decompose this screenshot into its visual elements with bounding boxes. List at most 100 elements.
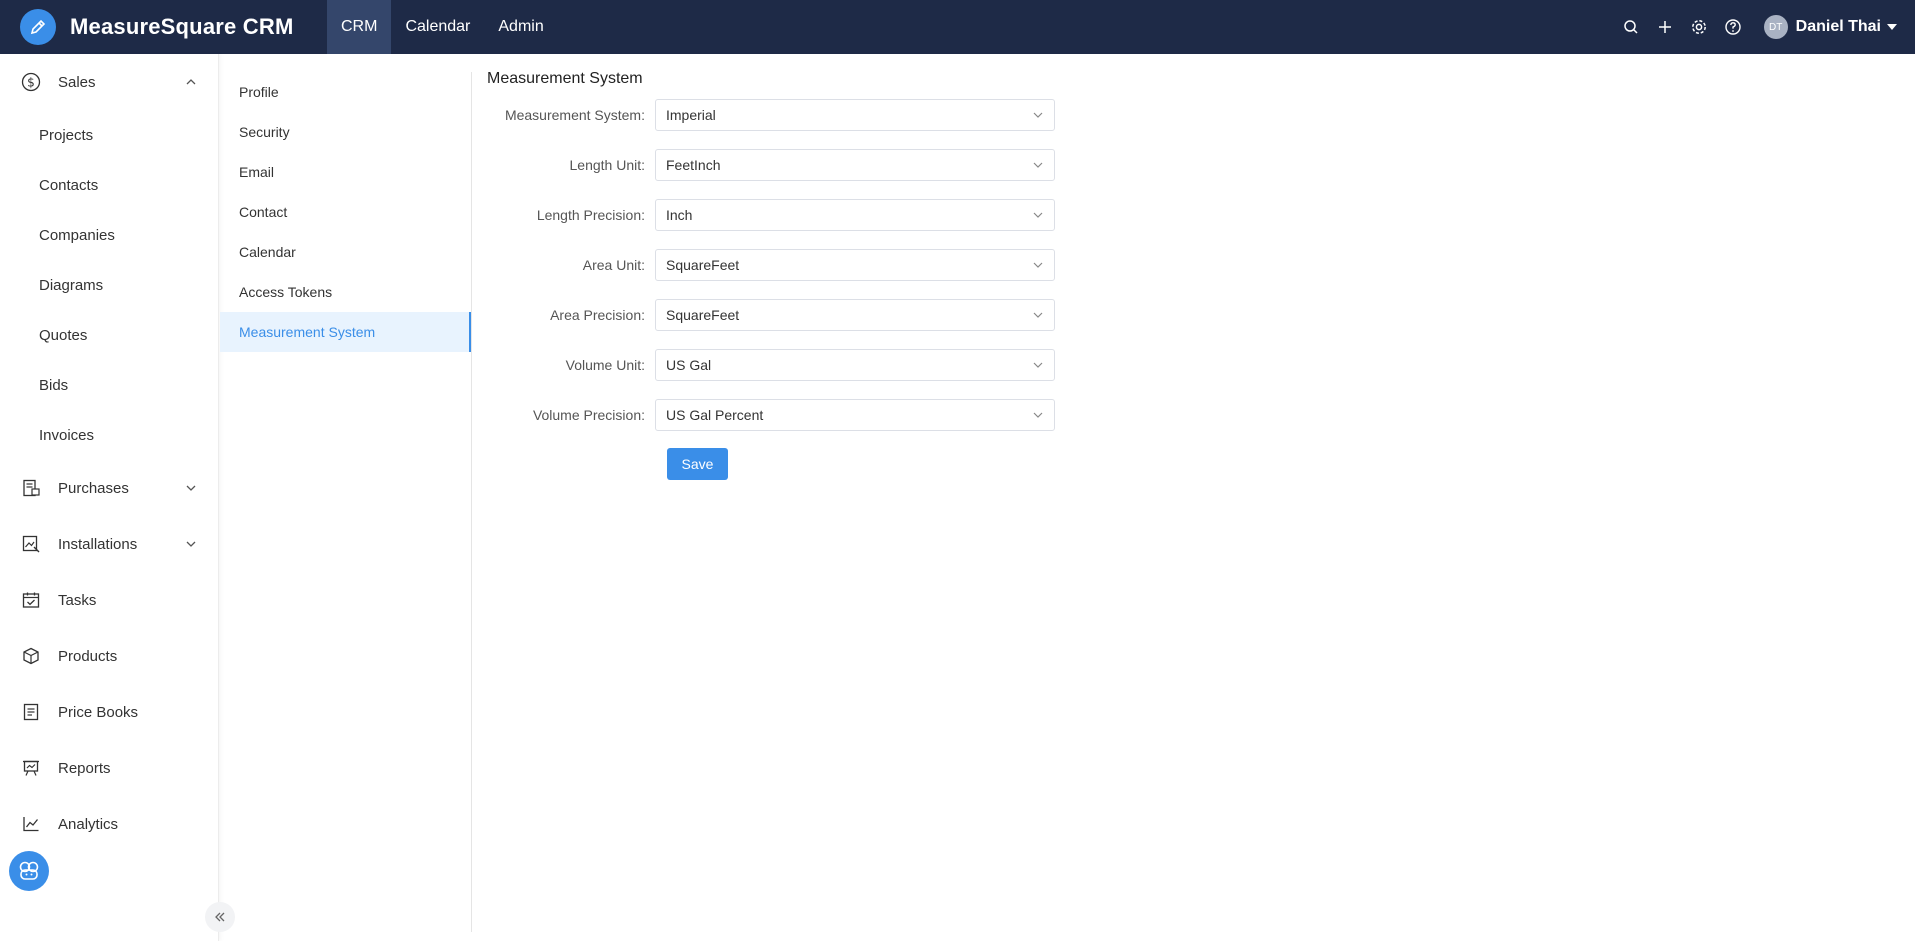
sidebar-label: Sales xyxy=(58,73,96,91)
chevron-down-icon xyxy=(1033,312,1043,318)
sidebar-item-bids[interactable]: Bids xyxy=(0,360,218,410)
settings-item-access-tokens[interactable]: Access Tokens xyxy=(220,272,471,312)
volume-unit-select[interactable]: US Gal xyxy=(655,349,1055,381)
form-actions: Save xyxy=(487,448,1055,480)
calendar-check-icon xyxy=(20,589,42,611)
select-value: SquareFeet xyxy=(666,307,740,323)
field-label: Area Unit: xyxy=(582,257,645,273)
field-label: Measurement System: xyxy=(504,107,645,123)
select-value: Inch xyxy=(666,207,693,223)
sidebar-item-reports[interactable]: Reports xyxy=(0,740,218,796)
presentation-board-icon xyxy=(20,757,42,779)
sidebar-label: Purchases xyxy=(58,479,129,497)
sidebar-label: Products xyxy=(58,647,118,665)
sidebar: $ Sales Projects Contacts Companies Diag… xyxy=(0,54,235,941)
box-icon xyxy=(20,645,42,667)
length-unit-select[interactable]: FeetInch xyxy=(655,149,1055,181)
chevron-down-icon xyxy=(1033,362,1043,368)
field-label: Volume Unit: xyxy=(565,357,645,373)
field-label: Area Precision: xyxy=(550,307,645,323)
measurement-system-panel: Measurement System Measurement System: I… xyxy=(487,70,1055,480)
brand[interactable]: MeasureSquare CRM xyxy=(0,0,327,54)
volume-precision-select[interactable]: US Gal Percent xyxy=(655,399,1055,431)
sidebar-group-sales[interactable]: $ Sales xyxy=(0,54,218,110)
app-name: MeasureSquare CRM xyxy=(70,14,294,39)
chevron-down-icon xyxy=(1033,112,1043,118)
installation-icon xyxy=(20,533,42,555)
purchase-order-icon xyxy=(20,477,42,499)
sidebar-group-purchases[interactable]: Purchases xyxy=(0,460,218,516)
settings-menu: Profile Security Email Contact Calendar … xyxy=(220,72,472,932)
sidebar-item-analytics[interactable]: Analytics xyxy=(0,796,218,852)
area-precision-select[interactable]: SquareFeet xyxy=(655,299,1055,331)
form-row-volume-unit: Volume Unit: US Gal xyxy=(487,348,1055,382)
sidebar-item-diagrams[interactable]: Diagrams xyxy=(0,260,218,310)
settings-item-measurement-system[interactable]: Measurement System xyxy=(220,312,471,352)
dollar-icon: $ xyxy=(20,71,42,93)
settings-item-email[interactable]: Email xyxy=(220,152,471,192)
pencil-logo-icon xyxy=(20,9,56,45)
form-row-length-precision: Length Precision: Inch xyxy=(487,198,1055,232)
chevron-down-icon xyxy=(1033,262,1043,268)
topnav-calendar[interactable]: Calendar xyxy=(391,0,484,54)
sidebar-item-contacts[interactable]: Contacts xyxy=(0,160,218,210)
sidebar-item-quotes[interactable]: Quotes xyxy=(0,310,218,360)
form-row-area-unit: Area Unit: SquareFeet xyxy=(487,248,1055,282)
sidebar-label: Analytics xyxy=(58,815,119,833)
chevron-down-icon xyxy=(1033,162,1043,168)
select-value: FeetInch xyxy=(666,157,721,173)
document-list-icon xyxy=(20,701,42,723)
sidebar-item-companies[interactable]: Companies xyxy=(0,210,218,260)
help-icon[interactable] xyxy=(1716,10,1750,44)
sidebar-label: Reports xyxy=(58,759,111,777)
search-icon[interactable] xyxy=(1614,10,1648,44)
field-label: Volume Precision: xyxy=(532,407,645,423)
user-menu[interactable]: DT Daniel Thai xyxy=(1763,15,1897,39)
form-row-measurement-system: Measurement System: Imperial xyxy=(487,98,1055,132)
select-value: US Gal xyxy=(666,357,712,373)
sidebar-item-products[interactable]: Products xyxy=(0,628,218,684)
avatar: DT xyxy=(1763,15,1788,39)
chevron-down-icon xyxy=(184,537,198,551)
form-row-volume-precision: Volume Precision: US Gal Percent xyxy=(487,398,1055,432)
page-title: Measurement System xyxy=(487,70,643,87)
select-value: Imperial xyxy=(666,107,716,123)
save-button[interactable]: Save xyxy=(667,448,728,480)
settings-item-calendar[interactable]: Calendar xyxy=(220,232,471,272)
sidebar-label: Tasks xyxy=(58,591,97,609)
topnav-crm[interactable]: CRM xyxy=(327,0,392,54)
top-right-tools: DT Daniel Thai xyxy=(1614,0,1915,54)
sidebar-group-installations[interactable]: Installations xyxy=(0,516,218,572)
sidebar-item-projects[interactable]: Projects xyxy=(0,110,218,160)
form-row-area-precision: Area Precision: SquareFeet xyxy=(487,298,1055,332)
settings-item-security[interactable]: Security xyxy=(220,112,471,152)
select-value: SquareFeet xyxy=(666,257,740,273)
sidebar-item-tasks[interactable]: Tasks xyxy=(0,572,218,628)
sidebar-item-invoices[interactable]: Invoices xyxy=(0,410,218,460)
sidebar-label: Price Books xyxy=(58,703,139,721)
sidebar-label: Installations xyxy=(58,535,138,553)
user-name: Daniel Thai xyxy=(1795,18,1881,35)
chevron-down-icon xyxy=(184,481,198,495)
field-label: Length Unit: xyxy=(569,157,646,173)
gear-icon[interactable] xyxy=(1682,10,1716,44)
caret-down-icon xyxy=(1887,24,1897,30)
length-precision-select[interactable]: Inch xyxy=(655,199,1055,231)
measurement-system-select[interactable]: Imperial xyxy=(655,99,1055,131)
settings-item-profile[interactable]: Profile xyxy=(220,72,471,112)
sidebar-item-price-books[interactable]: Price Books xyxy=(0,684,218,740)
topnav-admin[interactable]: Admin xyxy=(484,0,557,54)
svg-text:$: $ xyxy=(27,75,35,89)
assistant-bot-icon[interactable] xyxy=(9,851,49,891)
form-row-length-unit: Length Unit: FeetInch xyxy=(487,148,1055,182)
line-chart-icon xyxy=(20,813,42,835)
area-unit-select[interactable]: SquareFeet xyxy=(655,249,1055,281)
field-label: Length Precision: xyxy=(536,207,645,223)
chevron-down-icon xyxy=(1033,412,1043,418)
top-bar: MeasureSquare CRM CRM Calendar Admin DT … xyxy=(0,0,1915,54)
plus-icon[interactable] xyxy=(1648,10,1682,44)
chevron-up-icon xyxy=(184,75,198,89)
settings-item-contact[interactable]: Contact xyxy=(220,192,471,232)
select-value: US Gal Percent xyxy=(666,407,764,423)
chevron-down-icon xyxy=(1033,212,1043,218)
